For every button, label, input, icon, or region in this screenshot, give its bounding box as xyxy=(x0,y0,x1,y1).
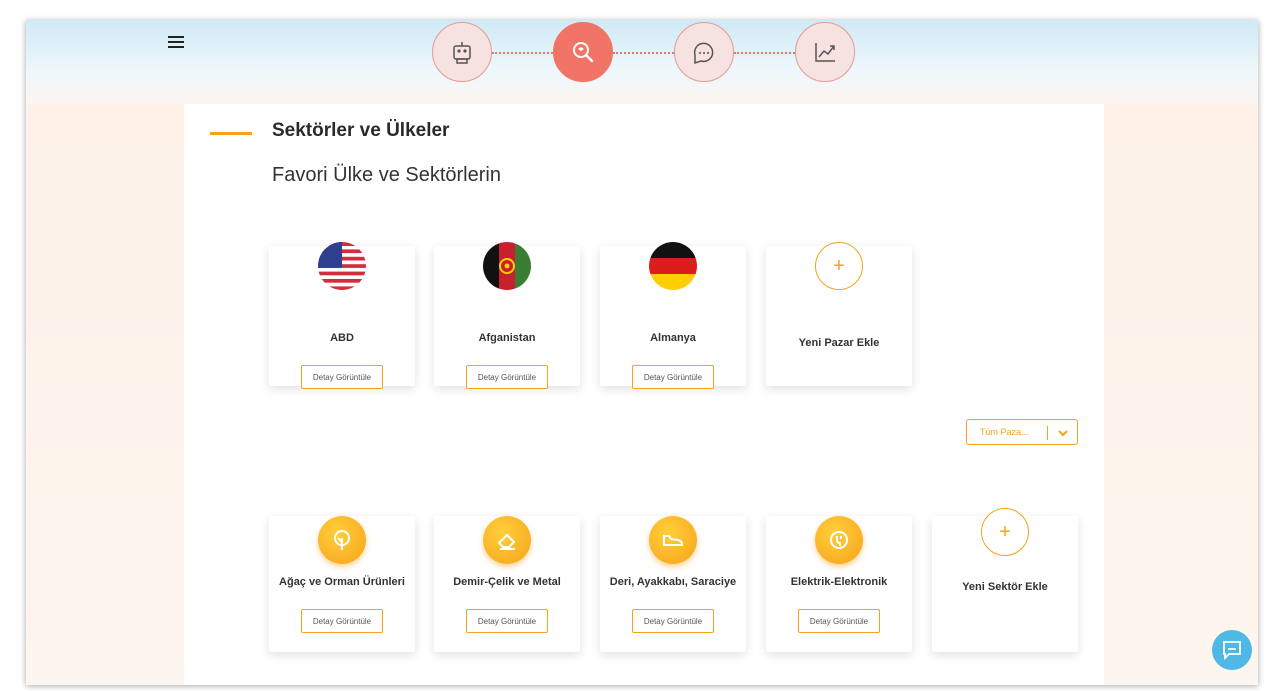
step-connector xyxy=(492,52,553,54)
search-box-icon xyxy=(573,42,594,63)
detail-button[interactable]: Detay Görüntüle xyxy=(466,365,548,389)
chevron-down-icon xyxy=(1058,430,1068,437)
usa-flag-icon xyxy=(318,242,366,290)
trend-chart-icon xyxy=(815,43,835,62)
sector-name: Ağaç ve Orman Ürünleri xyxy=(279,576,405,588)
menu-icon[interactable] xyxy=(168,36,184,48)
message-icon xyxy=(1223,641,1241,661)
germany-flag-icon xyxy=(649,242,697,290)
add-sector-card[interactable]: + Yeni Sektör Ekle xyxy=(932,508,1078,652)
tree-icon xyxy=(318,516,366,564)
market-name: Almanya xyxy=(650,332,696,344)
market-card-abd: ABD Detay Görüntüle xyxy=(269,242,415,389)
right-decor xyxy=(1104,104,1258,685)
plus-icon[interactable]: + xyxy=(981,508,1029,556)
detail-button[interactable]: Detay Görüntüle xyxy=(301,365,383,389)
header xyxy=(26,20,1258,104)
market-name: Afganistan xyxy=(478,332,536,344)
sector-card: Deri, Ayakkabı, Saraciye Detay Görüntüle xyxy=(600,516,746,652)
step-robot[interactable] xyxy=(432,22,492,82)
app-frame: Sektörler ve Ülkeler Favori Ülke ve Sekt… xyxy=(26,20,1258,685)
power-plug-icon xyxy=(815,516,863,564)
plus-icon[interactable]: + xyxy=(815,242,863,290)
metal-eraser-icon xyxy=(483,516,531,564)
step-trend[interactable] xyxy=(795,22,855,82)
chat-support-button[interactable] xyxy=(1212,630,1252,670)
sector-card: Demir-Çelik ve Metal Detay Görüntüle xyxy=(434,516,580,652)
detail-button[interactable]: Detay Görüntüle xyxy=(466,609,548,633)
robot-icon xyxy=(453,42,471,64)
detail-button[interactable]: Detay Görüntüle xyxy=(632,365,714,389)
detail-button[interactable]: Detay Görüntüle xyxy=(301,609,383,633)
sector-name: Elektrik-Elektronik xyxy=(790,576,888,588)
sector-card: Ağaç ve Orman Ürünleri Detay Görüntüle xyxy=(269,516,415,652)
chat-bubble-icon xyxy=(693,42,714,65)
page-title: Sektörler ve Ülkeler xyxy=(272,120,450,141)
add-sector-label: Yeni Sektör Ekle xyxy=(962,581,1048,593)
progress-steps xyxy=(432,22,862,82)
add-market-card[interactable]: + Yeni Pazar Ekle xyxy=(766,242,912,386)
step-search[interactable] xyxy=(553,22,613,82)
page-subtitle: Favori Ülke ve Sektörlerin xyxy=(272,164,501,186)
step-chat[interactable] xyxy=(674,22,734,82)
market-name: ABD xyxy=(330,332,354,344)
sector-name: Deri, Ayakkabı, Saraciye xyxy=(609,576,737,588)
detail-button[interactable]: Detay Görüntüle xyxy=(632,609,714,633)
market-card-afganistan: Afganistan Detay Görüntüle xyxy=(434,242,580,389)
title-accent-bar xyxy=(210,132,252,135)
left-decor xyxy=(26,104,184,685)
dropdown-value: Tüm Paza... xyxy=(980,427,1029,437)
step-connector xyxy=(734,52,795,54)
afghanistan-flag-icon xyxy=(483,242,531,290)
add-market-label: Yeni Pazar Ekle xyxy=(798,337,880,349)
dropdown-separator xyxy=(1047,426,1048,440)
sector-card: Elektrik-Elektronik Detay Görüntüle xyxy=(766,516,912,652)
market-filter-dropdown[interactable]: Tüm Paza... xyxy=(966,419,1078,445)
step-connector xyxy=(613,52,674,54)
shoe-icon xyxy=(649,516,697,564)
sector-name: Demir-Çelik ve Metal xyxy=(453,576,561,588)
market-card-almanya: Almanya Detay Görüntüle xyxy=(600,242,746,389)
detail-button[interactable]: Detay Görüntüle xyxy=(798,609,880,633)
